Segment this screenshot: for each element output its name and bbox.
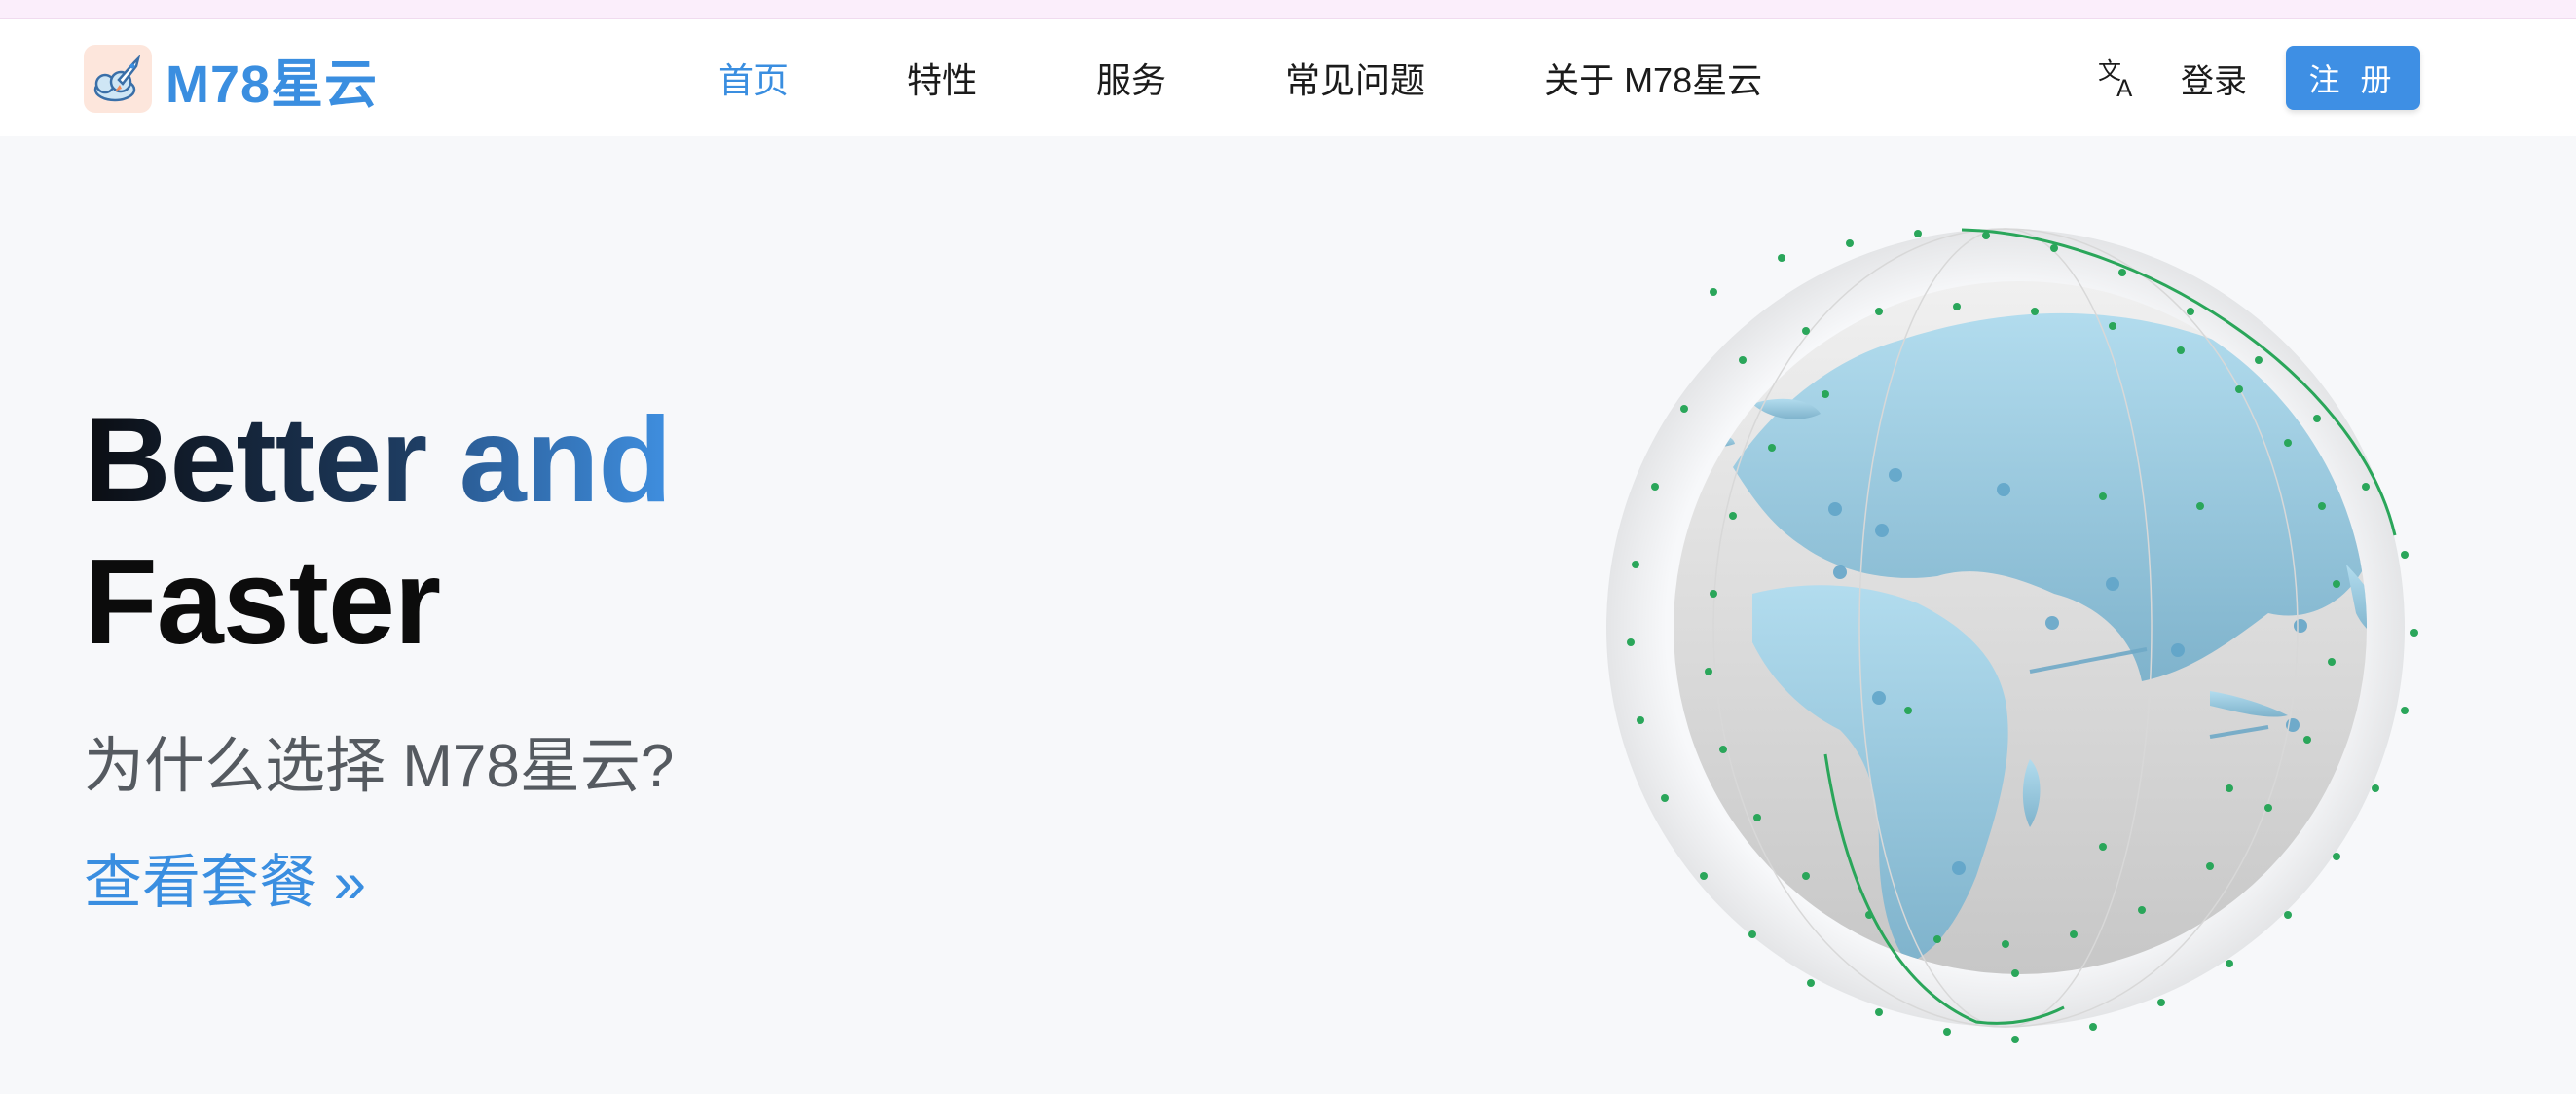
- nav-item-features[interactable]: 特性: [907, 53, 977, 103]
- navbar: M78星云 首页 特性 服务 常见问题 关于 M78星云 文 A 登录 注 册: [0, 19, 2576, 136]
- rocket-cloud-icon: [84, 45, 152, 113]
- translate-icon[interactable]: 文 A: [2095, 55, 2142, 101]
- hero-title-and: and: [459, 393, 672, 528]
- brand-logo[interactable]: M78星云: [84, 45, 378, 114]
- hero-title-better: Better: [84, 393, 427, 528]
- nav-actions: 文 A 登录 注 册: [2095, 19, 2420, 136]
- svg-text:A: A: [2116, 75, 2133, 100]
- hero-title: Better and Faster: [84, 389, 672, 674]
- main-nav: 首页 特性 服务 常见问题 关于 M78星云: [718, 19, 1881, 136]
- nav-item-faq[interactable]: 常见问题: [1285, 53, 1425, 103]
- brand-name: M78星云: [166, 55, 379, 114]
- login-link[interactable]: 登录: [2181, 55, 2247, 102]
- nav-item-services[interactable]: 服务: [1096, 53, 1166, 103]
- browser-top-strip: [0, 0, 2576, 19]
- nav-item-about[interactable]: 关于 M78星云: [1544, 53, 1762, 103]
- signup-button[interactable]: 注 册: [2286, 46, 2420, 110]
- view-plans-link[interactable]: 查看套餐 »: [84, 835, 366, 920]
- hero-title-faster: Faster: [84, 535, 441, 670]
- globe-icon: [1587, 214, 2434, 1061]
- hero-subtitle: 为什么选择 M78星云?: [84, 733, 675, 800]
- nav-item-home[interactable]: 首页: [718, 53, 789, 103]
